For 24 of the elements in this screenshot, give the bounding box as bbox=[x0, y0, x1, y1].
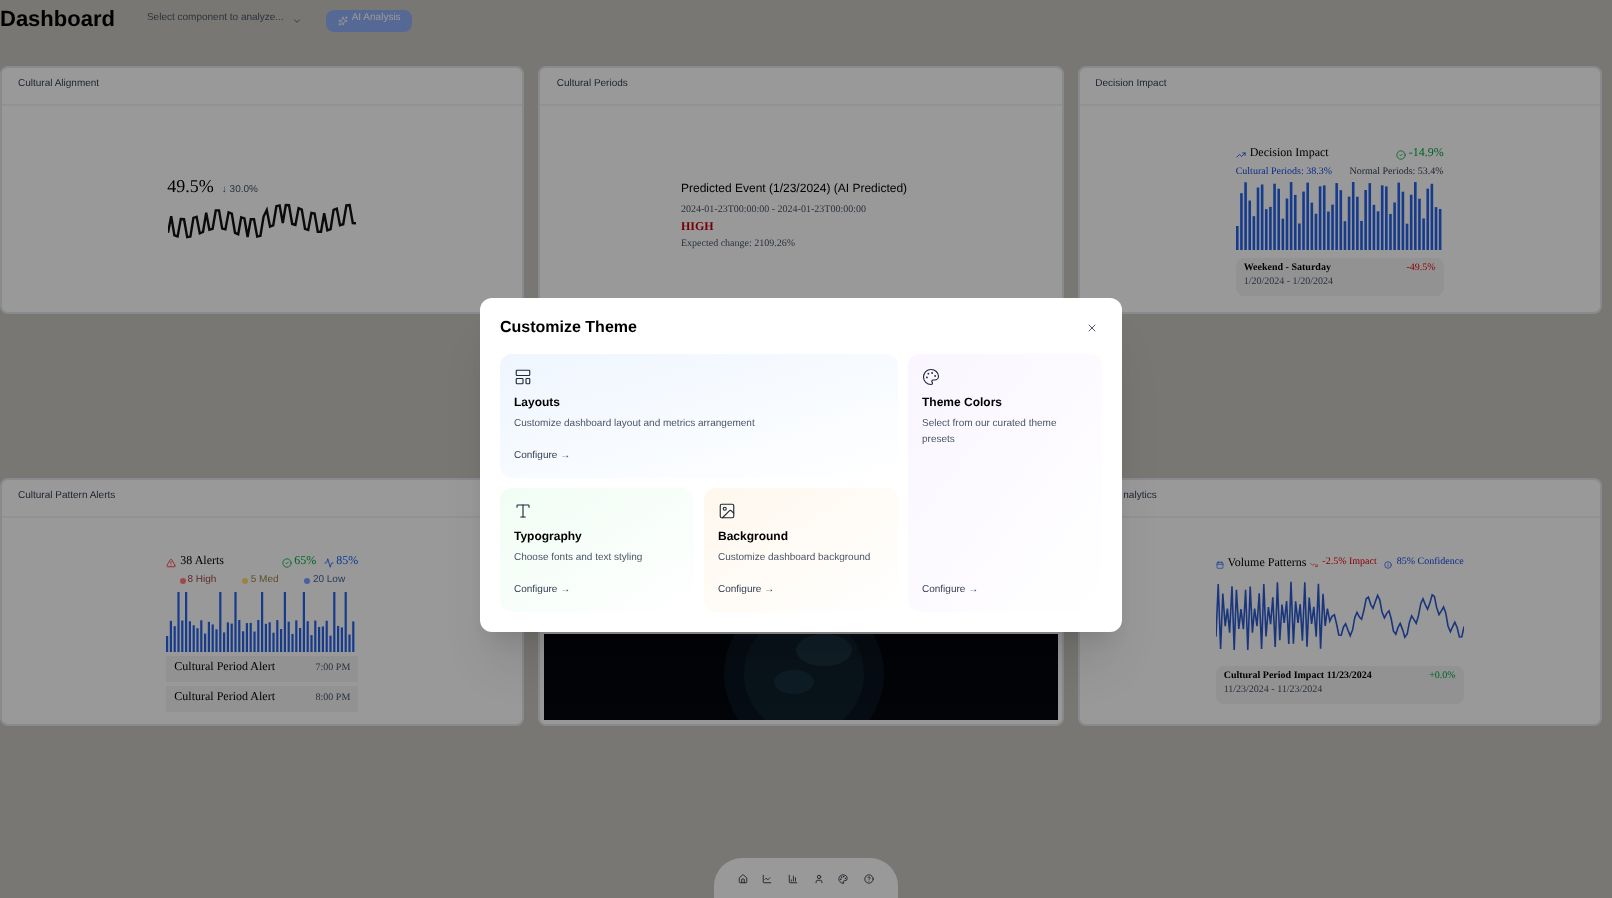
info-icon bbox=[1384, 559, 1393, 569]
check-icon bbox=[282, 557, 293, 568]
image-icon bbox=[718, 502, 736, 520]
chevron-icon bbox=[291, 15, 302, 25]
trend-icon bbox=[1235, 150, 1246, 161]
user-icon[interactable] bbox=[813, 873, 824, 883]
page-title: Dashboard bbox=[0, 5, 115, 36]
calendar-icon bbox=[1215, 559, 1224, 569]
palette-icon[interactable] bbox=[838, 873, 849, 883]
layout-icon bbox=[514, 368, 532, 386]
palette-icon bbox=[922, 368, 940, 386]
alignment-value: 49.5% bbox=[167, 173, 214, 200]
dialog-title: Customize Theme bbox=[500, 316, 637, 340]
text-icon bbox=[514, 502, 532, 520]
help-icon[interactable] bbox=[864, 873, 875, 883]
home-icon[interactable] bbox=[737, 873, 748, 883]
line-chart-icon[interactable] bbox=[762, 873, 773, 883]
check-icon bbox=[1396, 150, 1407, 161]
trend-icon bbox=[1310, 559, 1319, 569]
bar-chart-icon[interactable] bbox=[788, 873, 799, 883]
warning-icon bbox=[166, 557, 177, 568]
activity-icon bbox=[324, 557, 335, 568]
close-icon[interactable] bbox=[1086, 322, 1098, 334]
sparkle-icon bbox=[337, 15, 348, 25]
